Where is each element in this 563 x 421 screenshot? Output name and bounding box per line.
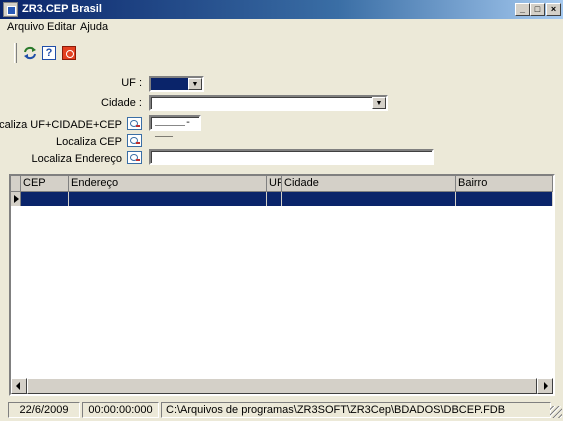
search-icon[interactable] <box>127 117 142 130</box>
help-icon[interactable]: ? <box>42 46 56 60</box>
power-icon[interactable] <box>62 46 76 60</box>
cell-endereco[interactable] <box>69 192 267 206</box>
col-header-endereco[interactable]: Endereço <box>69 176 267 192</box>
grid-corner <box>11 176 21 192</box>
col-header-uf[interactable]: UF <box>267 176 282 192</box>
cell-cidade[interactable] <box>282 192 456 206</box>
menu-arquivo[interactable]: Arquivo <box>7 21 44 33</box>
cep-mask-value: _____-___ <box>155 118 192 140</box>
horizontal-scrollbar[interactable] <box>11 378 553 394</box>
uf-select[interactable]: ▼ <box>149 76 204 92</box>
status-bar: 22/6/2009 00:00:00:000 C:\Arquivos de pr… <box>0 400 563 421</box>
scroll-left-icon[interactable] <box>11 378 27 394</box>
cep-mask-input[interactable]: _____-___ <box>149 115 201 140</box>
toolbar-grip[interactable] <box>14 43 17 63</box>
search-icon[interactable] <box>127 134 142 147</box>
col-header-cep[interactable]: CEP <box>21 176 69 192</box>
title-bar[interactable]: ZR3.CEP Brasil _ □ × <box>0 0 563 19</box>
refresh-icon[interactable] <box>23 46 37 60</box>
close-button[interactable]: × <box>546 3 561 16</box>
menu-bar: Arquivo Editar Ajuda <box>0 19 563 36</box>
col-header-cidade[interactable]: Cidade <box>282 176 456 192</box>
chevron-down-icon[interactable]: ▼ <box>188 78 202 90</box>
row-pointer-icon <box>11 192 21 206</box>
endereco-input[interactable] <box>149 149 434 165</box>
cell-uf[interactable] <box>267 192 282 206</box>
localiza-cep-label: Localiza CEP <box>55 136 122 148</box>
uf-selected-value <box>151 78 188 90</box>
chevron-down-icon[interactable]: ▼ <box>372 97 386 109</box>
grid-header: CEP Endereço UF Cidade Bairro <box>11 176 553 192</box>
menu-editar[interactable]: Editar <box>47 21 76 33</box>
minimize-button[interactable]: _ <box>515 3 530 16</box>
status-date: 22/6/2009 <box>8 402 80 418</box>
window-title: ZR3.CEP Brasil <box>22 3 102 15</box>
localiza-endereco-label: Localiza Endereço <box>31 153 122 165</box>
status-time: 00:00:00:000 <box>82 402 159 418</box>
results-grid[interactable]: CEP Endereço UF Cidade Bairro <box>9 174 555 396</box>
cell-bairro[interactable] <box>456 192 553 206</box>
resize-grip-icon[interactable] <box>550 406 562 418</box>
app-icon[interactable] <box>3 2 18 17</box>
search-icon[interactable] <box>127 151 142 164</box>
localiza-ufcep-label: Localiza UF+CIDADE+CEP <box>0 119 122 131</box>
uf-label: UF : <box>121 77 142 89</box>
cell-cep[interactable] <box>21 192 69 206</box>
menu-ajuda[interactable]: Ajuda <box>80 21 108 33</box>
maximize-button[interactable]: □ <box>530 3 545 16</box>
table-row[interactable] <box>11 192 553 206</box>
col-header-bairro[interactable]: Bairro <box>456 176 553 192</box>
scrollbar-thumb[interactable] <box>27 378 537 394</box>
cidade-select[interactable]: ▼ <box>149 95 388 111</box>
cidade-label: Cidade : <box>101 97 142 109</box>
status-db-path: C:\Arquivos de programas\ZR3SOFT\ZR3Cep\… <box>161 402 551 418</box>
scroll-right-icon[interactable] <box>537 378 553 394</box>
